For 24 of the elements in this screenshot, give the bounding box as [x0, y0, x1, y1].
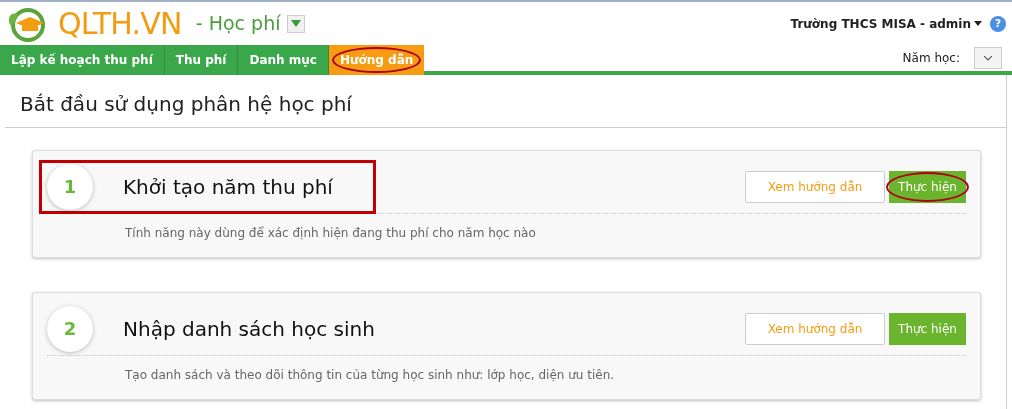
module-title: - Học phí [195, 11, 281, 37]
help-button[interactable]: ? [990, 15, 1006, 32]
run-button[interactable]: Thực hiện [889, 170, 966, 203]
run-button[interactable]: Thực hiện [889, 312, 966, 345]
module-dropdown[interactable] [286, 14, 305, 33]
step-description: Tính năng này dùng để xác định hiện đang thu phí cho năm học nào [124, 225, 537, 242]
step-number: 1 [47, 163, 93, 210]
year-label: Năm học: [902, 50, 960, 67]
guide-button[interactable]: Xem hướng dẫn [745, 312, 885, 345]
nav-tab[interactable]: Thu phí [164, 45, 239, 75]
step-description: Tạo danh sách và theo dõi thông tin của từng học sinh như: lớp học, diện ưu tiên. [124, 367, 616, 384]
logo-text: QLTH.VN [58, 8, 182, 39]
guide-button[interactable]: Xem hướng dẫn [745, 170, 885, 203]
account-menu[interactable]: Trường THCS MISA - admin [790, 14, 971, 33]
step-title: Khởi tạo năm thu phí [123, 173, 333, 201]
nav-tab[interactable]: Hướng dẫn [328, 45, 425, 75]
step-number: 2 [47, 305, 93, 352]
page-title: Bắt đầu sử dụng phân hệ học phí [5, 75, 1006, 128]
caret-icon [290, 20, 301, 27]
chevron-icon [984, 55, 992, 61]
nav-tab[interactable]: Danh mục [238, 45, 329, 75]
step-title: Nhập danh sách học sinh [123, 315, 375, 343]
nav-tab[interactable]: Lập kế hoạch thu phí [0, 45, 165, 75]
caret-icon [974, 21, 982, 26]
